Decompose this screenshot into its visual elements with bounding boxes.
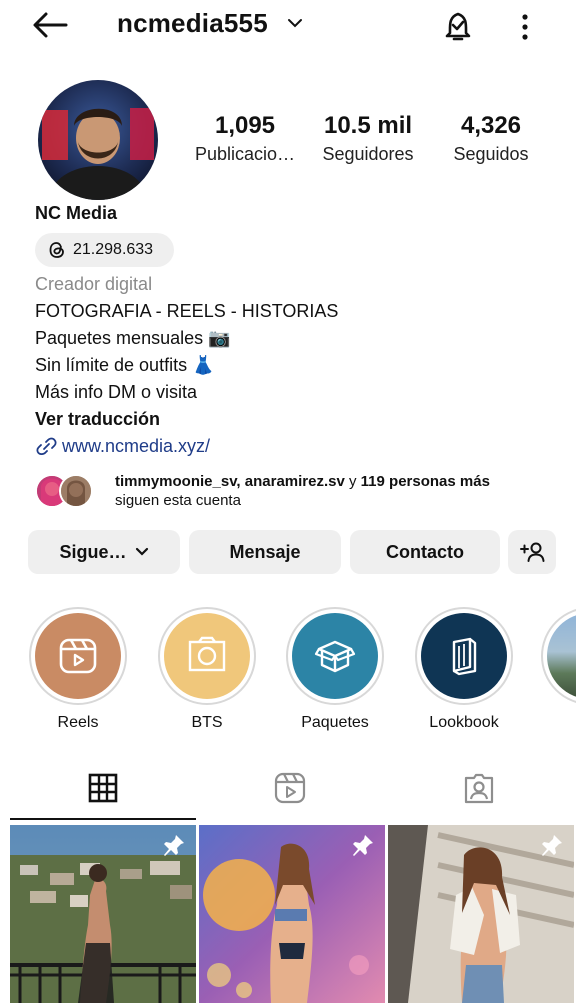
followed-by-connector: y [344,473,361,490]
highlight-bts[interactable]: BTS [158,607,256,732]
notification-bell-check-icon[interactable] [441,7,475,43]
stat-posts-label: Publicacio… [194,144,296,164]
highlight-reels[interactable]: Reels [29,607,127,732]
followed-by-text: timmymoonie_sv, anaramirez.sv y 119 pers… [115,472,555,510]
box-icon [314,640,356,673]
camera-icon [188,636,226,672]
following-button-label: Sigue… [59,541,127,562]
highlight-label: Lookbook [429,714,499,731]
profile-avatar[interactable] [38,80,158,200]
threads-icon [49,242,64,258]
more-options-icon[interactable] [515,12,535,42]
active-tab-indicator [10,818,196,820]
grid-post[interactable] [10,825,196,1003]
contact-button[interactable]: Contacto [350,530,500,574]
highlight-label: BTS [191,714,223,731]
stat-following[interactable]: 4,326 Seguidos [440,112,542,165]
message-button[interactable]: Mensaje [189,530,341,574]
highlight-cover [421,613,507,699]
bio-line: Sin límite de outfits 👗 [35,355,215,375]
followed-by-names: timmymoonie_sv, anaramirez.sv [115,473,345,490]
followed-by[interactable]: timmymoonie_sv, anaramirez.sv y 119 pers… [35,472,555,512]
website-link[interactable]: www.ncmedia.xyz/ [35,435,210,457]
highlight-cover [35,613,121,699]
highlight-label: Paquetes [301,714,369,731]
message-button-label: Mensaje [229,541,301,562]
profile-category: Creador digital [35,274,153,294]
pin-icon [164,835,184,856]
highlight-lookbook[interactable]: Lookbook [415,607,513,732]
suggest-people-button[interactable] [508,530,556,574]
grid-icon [88,773,118,803]
pin-icon [353,835,373,856]
highlight-label: Reels [57,714,99,731]
stat-followers-label: Seguidores [322,144,414,164]
followed-by-suffix: siguen esta cuenta [115,492,241,509]
contact-button-label: Contacto [386,541,464,562]
followed-by-more: 119 personas más [360,473,490,490]
threads-count: 21.298.633 [73,241,154,258]
reels-icon [274,772,306,804]
stat-followers-value: 10.5 mil [323,112,413,139]
website-text: www.ncmedia.xyz/ [62,436,211,456]
bio-line: Más info DM o visita [35,382,198,402]
stat-posts-value: 1,095 [214,112,276,139]
see-translation-link[interactable]: Ver traducción [35,408,160,430]
tab-posts-grid[interactable] [85,770,125,806]
add-person-icon [520,542,545,562]
highlight-cover [164,613,250,699]
tab-tagged[interactable] [461,770,501,806]
profile-name: NC Media [35,203,118,223]
stat-following-label: Seguidos [453,144,529,164]
top-bar: ncmedia555 [0,0,576,50]
grid-post[interactable] [199,825,385,1003]
bio-line: Paquetes mensuales 📷 [35,328,231,348]
stat-followers[interactable]: 10.5 mil Seguidores [312,112,424,165]
link-icon [36,437,57,456]
profile-username[interactable]: ncmedia555 [117,8,268,39]
highlight-paquetes[interactable]: Paquetes [286,607,384,732]
back-arrow-icon[interactable] [30,10,70,40]
tab-reels[interactable] [272,770,312,806]
chevron-down-icon[interactable] [287,17,303,29]
bio-line: FOTOGRAFIA - REELS - HISTORIAS [35,301,339,321]
tagged-person-icon [464,773,494,804]
book-icon [452,637,477,676]
chevron-down-icon [135,547,148,556]
highlight-cover [292,613,378,699]
follower-avatar [59,474,93,508]
reels-icon [59,638,97,674]
threads-badge[interactable]: 21.298.633 [35,233,174,267]
highlight-partial[interactable] [541,607,576,705]
stat-following-value: 4,326 [460,112,522,139]
grid-post[interactable] [388,825,574,1003]
stat-posts[interactable]: 1,095 Publicacio… [190,112,300,165]
pin-icon [542,835,562,856]
following-button[interactable]: Sigue… [28,530,180,574]
